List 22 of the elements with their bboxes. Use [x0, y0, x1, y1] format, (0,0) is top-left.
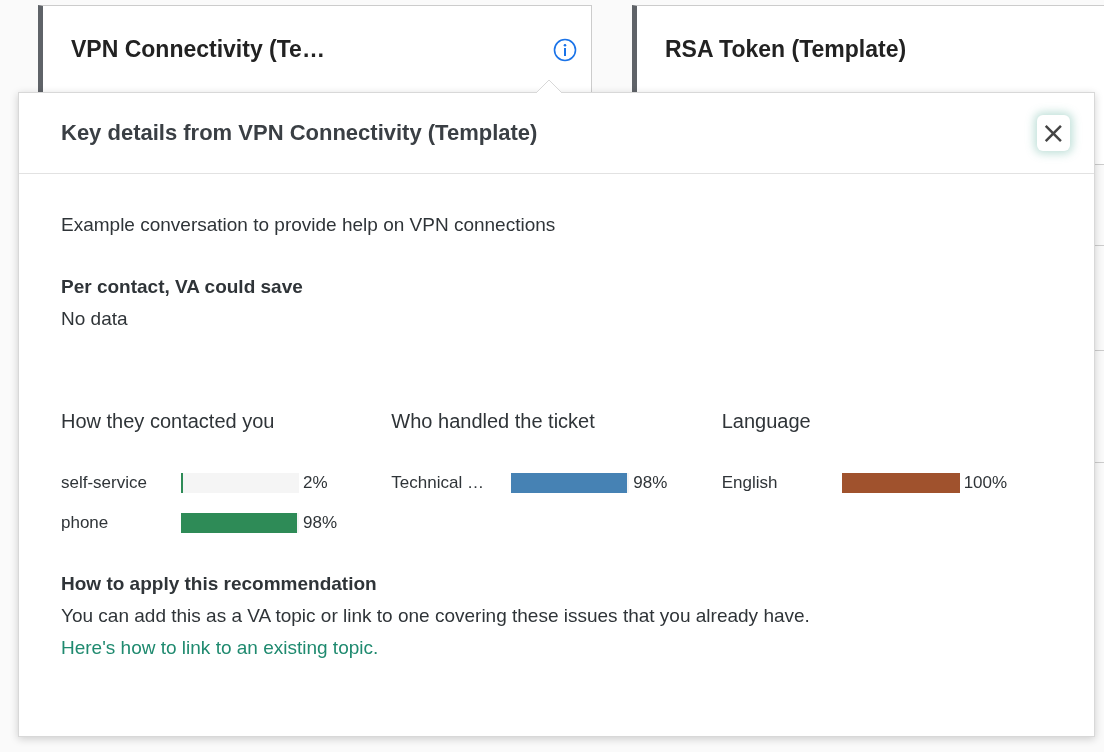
- apply-text: You can add this as a VA topic or link to one covering these issues that you already have.: [61, 605, 811, 627]
- card-title: VPN Connectivity (Te…: [71, 36, 325, 63]
- bar-value: 100%: [963, 473, 1008, 493]
- popover-title: Key details from VPN Connectivity (Template): [61, 120, 538, 146]
- bar-label: Technical …: [391, 473, 485, 493]
- apply-heading: How to apply this recommendation: [61, 573, 378, 595]
- description: Example conversation to provide help on VPN connections: [61, 214, 557, 236]
- breakdown-heading: Who handled the ticket: [391, 410, 596, 433]
- bar-label: phone: [61, 513, 110, 533]
- savings-value: No data: [61, 308, 129, 330]
- bar-value: 98%: [633, 473, 668, 493]
- bar-value: 2%: [303, 473, 328, 493]
- help-link[interactable]: Here's how to link to an existing topic.: [61, 637, 1052, 659]
- close-button[interactable]: ×: [1036, 115, 1070, 151]
- breakdown-heading: How they contacted you: [61, 410, 276, 433]
- bar-value: 98%: [303, 513, 338, 533]
- info-icon[interactable]: [553, 37, 577, 62]
- card-title: RSA Token (Template): [665, 36, 907, 63]
- savings-heading: Per contact, VA could save: [61, 276, 304, 298]
- breakdown-heading: Language: [721, 410, 812, 433]
- bar-label: English: [721, 473, 779, 493]
- bar-label: self-service: [61, 473, 148, 493]
